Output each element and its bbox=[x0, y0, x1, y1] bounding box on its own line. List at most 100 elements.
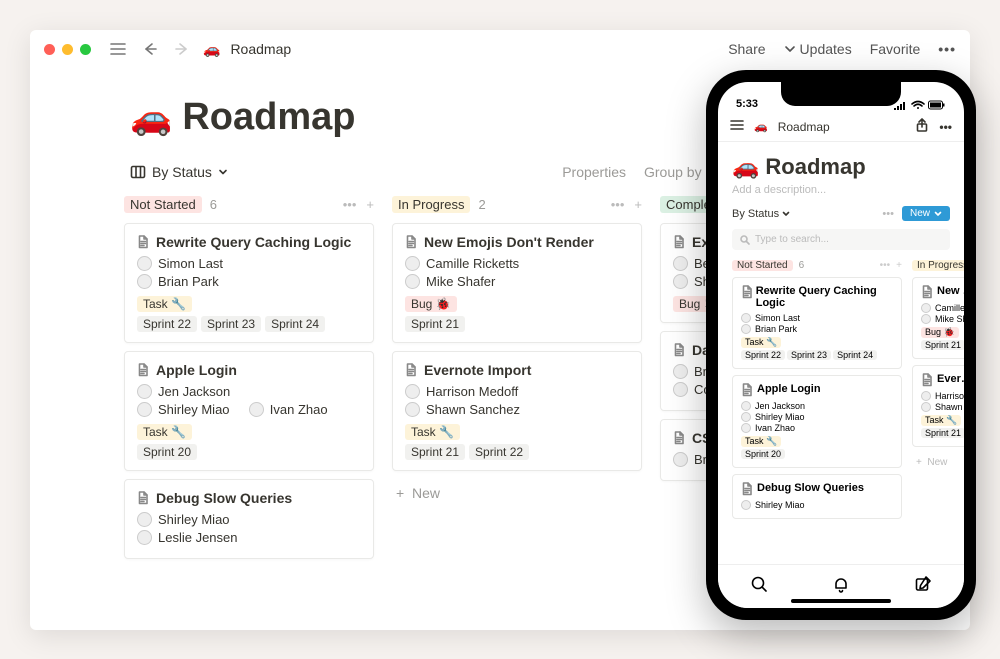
kanban-card[interactable]: Rewrite Query Caching Logic Simon LastBr… bbox=[732, 277, 902, 369]
card-assignee: Harriso… bbox=[921, 391, 964, 401]
card-title: Debug Slow Queries bbox=[741, 482, 893, 496]
phone-frame: 5:33 🚗 Roadmap ••• 🚗 Roadmap Add a descr… bbox=[706, 70, 976, 620]
card-assignee: Brian Park bbox=[137, 274, 361, 289]
column-header: Not Started 6 •••+ bbox=[124, 196, 374, 213]
card-assignee: Shawn … bbox=[921, 402, 964, 412]
column-status-tag[interactable]: Not Started bbox=[732, 260, 793, 271]
column-status-tag[interactable]: In Progress bbox=[392, 196, 470, 213]
phone-description-placeholder[interactable]: Add a description... bbox=[718, 184, 964, 206]
phone-nav-notifications-icon[interactable] bbox=[832, 575, 850, 598]
card-assignee: Camille Ricketts bbox=[405, 256, 629, 271]
card-type-tag: Bug 🐞 bbox=[405, 296, 457, 312]
card-assignee: Jen Jackson bbox=[137, 384, 361, 399]
card-assignee: Shirley Miao bbox=[741, 500, 893, 510]
card-sprint-tag: Sprint 22 bbox=[137, 316, 197, 332]
card-assignee: Brian Park bbox=[741, 324, 893, 334]
close-window-button[interactable] bbox=[44, 44, 55, 55]
kanban-card[interactable]: New … Camille…Mike Sh… Bug 🐞Sprint 21 bbox=[912, 277, 964, 359]
phone-nav-compose-icon[interactable] bbox=[914, 575, 932, 598]
more-menu-button[interactable]: ••• bbox=[938, 41, 956, 57]
column-options-icon[interactable]: ••• bbox=[343, 197, 357, 212]
card-assignee: Simon Last bbox=[741, 313, 893, 323]
minimize-window-button[interactable] bbox=[62, 44, 73, 55]
phone-search-input[interactable]: Type to search... bbox=[732, 229, 950, 250]
phone-view-options[interactable]: ••• bbox=[882, 208, 894, 220]
phone-more-icon[interactable]: ••• bbox=[939, 120, 952, 134]
card-assignee: Ivan Zhao bbox=[741, 423, 893, 433]
view-picker[interactable]: By Status bbox=[130, 164, 228, 180]
card-title: Apple Login bbox=[137, 362, 361, 378]
card-assignee: Shirley Miao bbox=[137, 512, 361, 527]
card-sprint-tag: Sprint 24 bbox=[833, 350, 877, 360]
card-title: Debug Slow Queries bbox=[137, 490, 361, 506]
card-sprint-tag: Sprint 23 bbox=[787, 350, 831, 360]
card-assignee: Harrison Medoff bbox=[405, 384, 629, 399]
card-sprint-tag: Sprint 22 bbox=[741, 350, 785, 360]
phone-kanban-board: Not Started 6 ••• + Rewrite Query Caching… bbox=[718, 260, 964, 525]
card-title: New … bbox=[921, 285, 964, 299]
kanban-card[interactable]: Apple Login Jen JacksonShirley MiaoIvan … bbox=[732, 375, 902, 468]
kanban-card[interactable]: Rewrite Query Caching Logic Simon Last Br… bbox=[124, 223, 374, 343]
phone-nav-search-icon[interactable] bbox=[750, 575, 768, 598]
card-type-tag: Task 🔧 bbox=[405, 424, 460, 440]
card-sprint-tag: Sprint 23 bbox=[201, 316, 261, 332]
breadcrumb-icon: 🚗 bbox=[203, 41, 220, 58]
kanban-card[interactable]: Evernote Import Harrison MedoffShawn San… bbox=[392, 351, 642, 471]
updates-button[interactable]: Updates bbox=[784, 41, 852, 57]
card-title: Rewrite Query Caching Logic bbox=[137, 234, 361, 250]
page-icon[interactable]: 🚗 bbox=[130, 98, 172, 138]
card-sprint-tag: Sprint 20 bbox=[741, 449, 785, 459]
share-button[interactable]: Share bbox=[728, 41, 765, 57]
column-count: 6 bbox=[799, 260, 805, 271]
phone-breadcrumb[interactable]: Roadmap bbox=[778, 120, 830, 134]
card-title: Apple Login bbox=[741, 383, 893, 397]
maximize-window-button[interactable] bbox=[80, 44, 91, 55]
column-add-icon[interactable]: + bbox=[634, 197, 642, 212]
kanban-card[interactable]: Debug Slow Queries Shirley Miao bbox=[732, 474, 902, 519]
card-assignee: Shirley Miao bbox=[741, 412, 893, 422]
card-sprint-tag: Sprint 21 bbox=[921, 340, 964, 350]
card-type-tag: Bug 🐞 bbox=[921, 327, 959, 338]
kanban-card[interactable]: Debug Slow Queries Shirley MiaoLeslie Je… bbox=[124, 479, 374, 559]
phone-new-button[interactable]: New bbox=[902, 206, 950, 221]
kanban-card[interactable]: Ever… Harriso…Shawn … Task 🔧Sprint 21 bbox=[912, 365, 964, 447]
column-options-icon[interactable]: ••• bbox=[880, 260, 891, 271]
card-sprint-tag: Sprint 21 bbox=[405, 316, 465, 332]
nav-back-button[interactable] bbox=[139, 42, 161, 56]
kanban-column: Not Started 6 ••• + Rewrite Query Caching… bbox=[732, 260, 902, 525]
phone-menu-icon[interactable] bbox=[730, 119, 744, 134]
card-assignee: Shirley Miao Ivan Zhao bbox=[137, 402, 361, 417]
window-controls bbox=[44, 44, 91, 55]
new-card-button[interactable]: + New bbox=[912, 453, 964, 472]
phone-page-title: 🚗 Roadmap bbox=[718, 142, 964, 184]
favorite-button[interactable]: Favorite bbox=[870, 41, 921, 57]
column-add-icon[interactable]: + bbox=[366, 197, 374, 212]
titlebar: 🚗 Roadmap Share Updates Favorite ••• bbox=[30, 30, 970, 68]
phone-share-icon[interactable] bbox=[915, 118, 929, 135]
column-options-icon[interactable]: ••• bbox=[611, 197, 625, 212]
phone-time: 5:33 bbox=[736, 98, 758, 110]
kanban-card[interactable]: Apple Login Jen Jackson Shirley Miao Iva… bbox=[124, 351, 374, 471]
nav-forward-button[interactable] bbox=[171, 42, 193, 56]
column-add-icon[interactable]: + bbox=[896, 260, 902, 271]
breadcrumb[interactable]: Roadmap bbox=[230, 41, 291, 57]
card-type-tag: Task 🔧 bbox=[137, 424, 192, 440]
column-status-tag[interactable]: In Progress bbox=[912, 260, 964, 271]
card-assignee: Camille… bbox=[921, 303, 964, 313]
card-assignee: Simon Last bbox=[137, 256, 361, 271]
card-title: New Emojis Don't Render bbox=[405, 234, 629, 250]
column-header: In Progress 2 ••• + bbox=[392, 196, 642, 213]
column-count: 2 bbox=[478, 197, 485, 212]
sidebar-toggle-icon[interactable] bbox=[107, 42, 129, 56]
phone-screen: 5:33 🚗 Roadmap ••• 🚗 Roadmap Add a descr… bbox=[718, 82, 964, 608]
phone-page-icon[interactable]: 🚗 bbox=[732, 154, 759, 180]
kanban-card[interactable]: New Emojis Don't Render Camille Ricketts… bbox=[392, 223, 642, 343]
properties-button[interactable]: Properties bbox=[562, 164, 626, 180]
phone-view-picker[interactable]: By Status bbox=[732, 208, 790, 220]
card-title: Evernote Import bbox=[405, 362, 629, 378]
card-sprint-tag: Sprint 22 bbox=[469, 444, 529, 460]
phone-home-indicator[interactable] bbox=[791, 599, 891, 603]
new-card-button[interactable]: + New bbox=[392, 479, 642, 507]
column-status-tag[interactable]: Not Started bbox=[124, 196, 202, 213]
column-header: In Progress •••+ bbox=[912, 260, 964, 271]
